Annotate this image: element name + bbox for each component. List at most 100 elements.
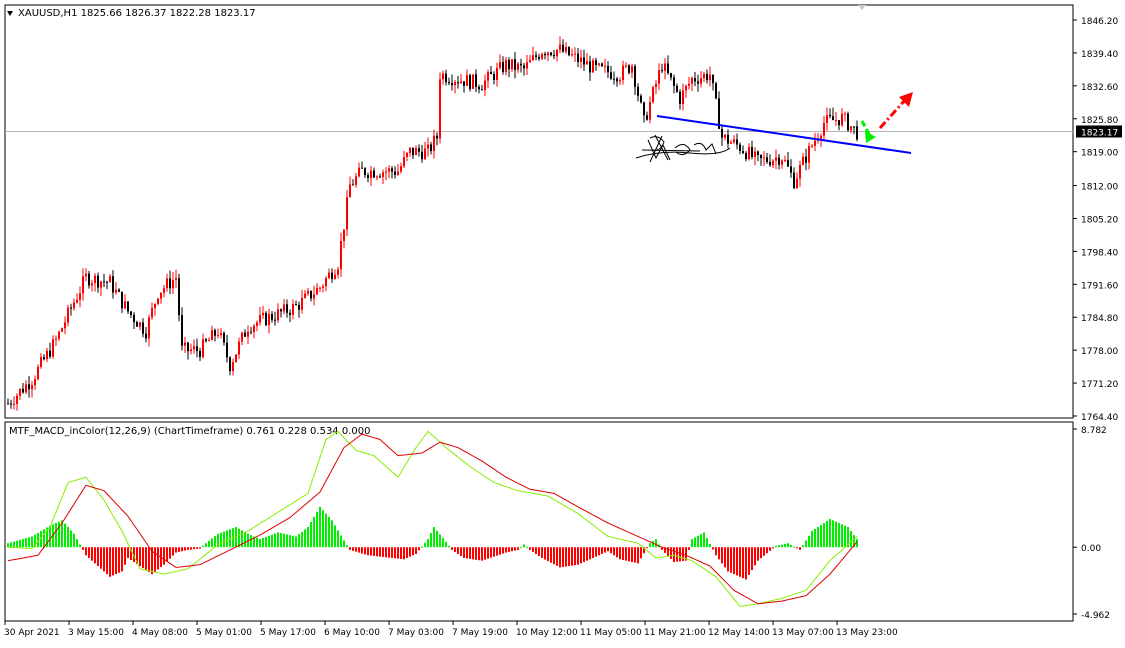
histogram-bar — [277, 532, 279, 548]
candle-body — [232, 362, 234, 372]
candle-body — [355, 176, 357, 185]
candle-body — [526, 62, 528, 69]
histogram-bar — [613, 547, 615, 556]
histogram-bar — [523, 544, 525, 548]
histogram-bar — [649, 543, 651, 548]
histogram-bar — [226, 530, 228, 548]
histogram-bar — [574, 547, 576, 566]
histogram-bar — [583, 547, 585, 563]
candle-body — [40, 357, 42, 367]
histogram-bar — [16, 540, 18, 548]
histogram-bar — [820, 524, 822, 548]
candle-body — [763, 157, 765, 159]
candle-body — [145, 333, 147, 339]
candle-body — [781, 160, 783, 165]
histogram-bar — [298, 534, 300, 548]
candle-body — [643, 102, 645, 116]
candle-body — [835, 120, 837, 122]
candle-body — [301, 297, 303, 310]
histogram-bar — [520, 547, 522, 549]
candle-body — [493, 74, 495, 80]
histogram-bar — [355, 547, 357, 552]
histogram-bar — [367, 547, 369, 556]
histogram-bar — [829, 518, 831, 548]
histogram-bar — [571, 547, 573, 566]
candle-body — [568, 46, 570, 56]
histogram-bar — [172, 547, 174, 556]
time-tick-label: 6 May 10:00 — [324, 628, 380, 638]
histogram-bar — [13, 541, 15, 548]
candle-body — [184, 342, 186, 346]
histogram-bar — [586, 547, 588, 561]
histogram-bar — [418, 547, 420, 551]
time-tick-label: 5 May 17:00 — [260, 628, 316, 638]
candle-body — [67, 307, 69, 323]
candle-body — [274, 319, 276, 321]
histogram-bar — [760, 547, 762, 559]
candle-body — [349, 184, 351, 198]
candle-body — [814, 140, 816, 146]
histogram-bar — [220, 532, 222, 548]
candle-body — [811, 145, 813, 147]
candle-body — [115, 289, 117, 293]
histogram-bar — [403, 547, 405, 560]
candle-body — [361, 167, 363, 169]
candle-body — [97, 275, 99, 288]
candle-body — [709, 74, 711, 81]
candle-body — [133, 314, 135, 323]
histogram-bar — [823, 522, 825, 548]
candle-body — [343, 229, 345, 242]
candle-body — [433, 135, 435, 152]
price-tick-label: 1812.00 — [1081, 183, 1118, 193]
candle-body — [700, 78, 702, 84]
histogram-bar — [607, 547, 609, 552]
time-tick-label: 4 May 08:00 — [132, 628, 188, 638]
histogram-bar — [106, 547, 108, 575]
histogram-bar — [349, 547, 351, 550]
candle-body — [610, 72, 612, 79]
histogram-bar — [430, 533, 432, 548]
candle-body — [208, 340, 210, 342]
histogram-bar — [142, 547, 144, 569]
candle-body — [265, 312, 267, 326]
candle-body — [751, 146, 753, 157]
indicator-label: MTF_MACD_inColor(12,26,9) (ChartTimefram… — [9, 426, 370, 437]
price-tick-label: 1839.40 — [1081, 50, 1118, 60]
histogram-bar — [529, 547, 531, 550]
candle-body — [442, 73, 444, 80]
candle-body — [178, 278, 180, 316]
histogram-bar — [103, 547, 105, 572]
histogram-bar — [709, 543, 711, 548]
histogram-bar — [187, 547, 189, 550]
histogram-bar — [733, 547, 735, 575]
macd-axis: 8.782 0.00 -4.962 — [1073, 426, 1110, 621]
candle-body — [337, 269, 339, 275]
histogram-bar — [406, 547, 408, 558]
candle-body — [418, 148, 420, 152]
histogram-bar — [94, 547, 96, 564]
histogram-bar — [271, 534, 273, 548]
histogram-bar — [91, 547, 93, 561]
histogram-bar — [100, 547, 102, 569]
histogram-bar — [166, 547, 168, 562]
candle-body — [103, 281, 105, 283]
candle-body — [706, 73, 708, 81]
histogram-bar — [559, 547, 561, 568]
candle-body — [790, 166, 792, 173]
histogram-bar — [307, 527, 309, 548]
histogram-bar — [181, 547, 183, 552]
candle-body — [340, 241, 342, 270]
candle-body — [637, 86, 639, 96]
price-tick-label: 1791.60 — [1081, 281, 1118, 291]
histogram-bar — [778, 545, 780, 548]
histogram-bar — [487, 547, 489, 559]
histogram-bar — [625, 547, 627, 561]
histogram-bar — [163, 547, 165, 565]
histogram-bar — [397, 547, 399, 559]
histogram-bar — [565, 547, 567, 567]
histogram-bar — [70, 530, 72, 548]
candle-body — [82, 276, 84, 294]
histogram-bar — [490, 547, 492, 558]
histogram-bar — [370, 547, 372, 556]
histogram-bar — [286, 534, 288, 548]
